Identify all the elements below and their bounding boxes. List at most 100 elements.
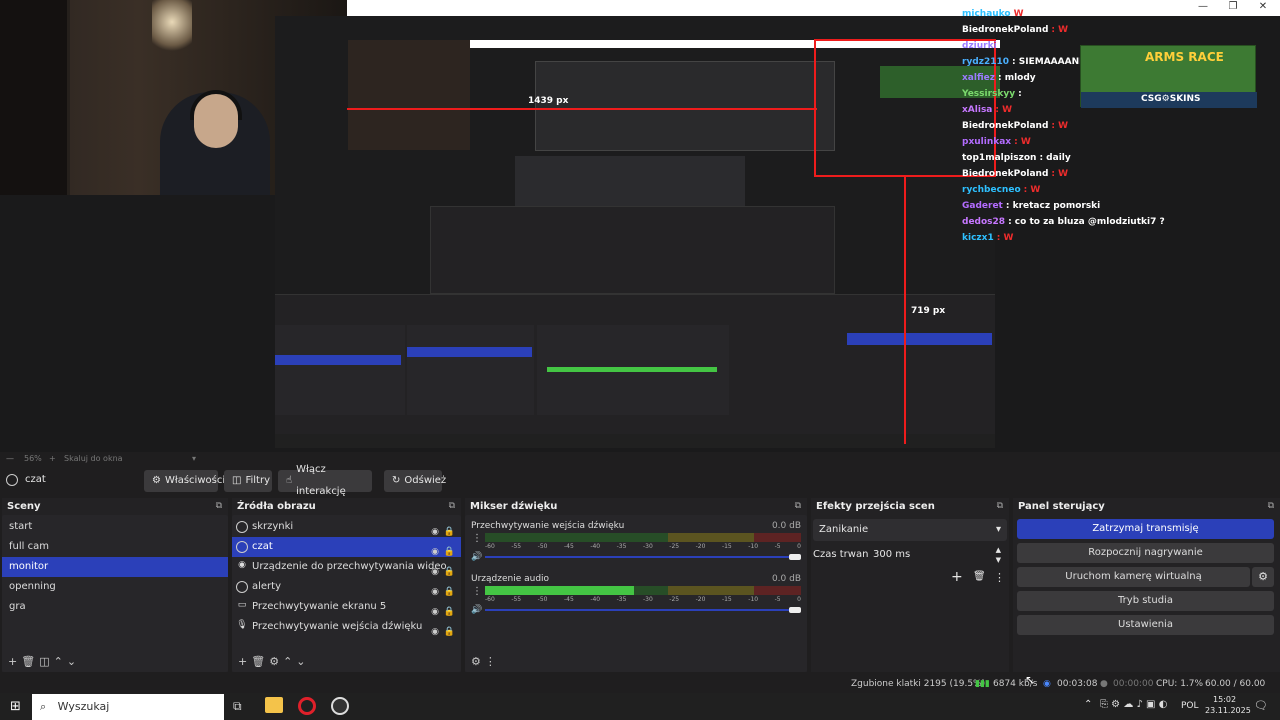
remove-scene-icon[interactable]: 🗑 bbox=[21, 655, 35, 668]
settings-button[interactable]: Ustawienia bbox=[1017, 615, 1274, 635]
channel-menu-icon[interactable]: ⋮ bbox=[472, 533, 482, 544]
move-down-icon[interactable]: ⌄ bbox=[296, 655, 305, 668]
duration-input[interactable]: 300 ms ▲ ▼ bbox=[869, 545, 1005, 565]
sources-footer: + 🗑 ⚙ ⌃ ⌄ bbox=[232, 650, 461, 672]
maximize-icon[interactable]: ❐ bbox=[1218, 0, 1248, 16]
transition-select[interactable]: Zanikanie ▾ bbox=[813, 519, 1007, 541]
nested-obs-ui-2 bbox=[275, 294, 995, 434]
source-item[interactable]: ◉ Urządzenie do przechwytywania wideo ◉ 🔒 bbox=[232, 557, 461, 578]
speaker-icon[interactable]: 🔊 bbox=[471, 552, 482, 562]
zoom-minus[interactable]: — bbox=[6, 452, 14, 465]
zoom-dropdown-icon[interactable]: ▾ bbox=[192, 452, 196, 465]
source-settings-icon[interactable]: ⚙ bbox=[269, 655, 279, 668]
scene-item[interactable]: openning bbox=[2, 577, 228, 597]
stop-stream-button[interactable]: Zatrzymaj transmisję bbox=[1017, 519, 1274, 539]
clock-time[interactable]: 15:02 bbox=[1213, 695, 1236, 704]
signal-icon: ▮▮▮ bbox=[975, 679, 990, 689]
source-item[interactable]: ▭ Przechwytywanie ekranu 5 ◉ 🔒 bbox=[232, 597, 461, 618]
virtual-camera-button[interactable]: Uruchom kamerę wirtualną bbox=[1017, 567, 1250, 587]
remove-source-icon[interactable]: 🗑 bbox=[251, 655, 265, 668]
scene-item[interactable]: start bbox=[2, 517, 228, 537]
scene-item[interactable]: monitor bbox=[2, 557, 228, 577]
measure-label-h: 1439 px bbox=[528, 96, 569, 106]
move-down-icon[interactable]: ⌄ bbox=[67, 655, 76, 668]
scene-item[interactable]: full cam bbox=[2, 537, 228, 557]
studio-mode-button[interactable]: Tryb studia bbox=[1017, 591, 1274, 611]
zoom-mode[interactable]: Skaluj do okna bbox=[64, 452, 123, 465]
mixer-menu-icon[interactable]: ⋮ bbox=[485, 655, 496, 668]
file-explorer-icon[interactable] bbox=[265, 697, 283, 713]
zoom-plus[interactable]: + bbox=[49, 452, 56, 465]
guide-line-h bbox=[347, 108, 817, 110]
controls-title: Panel sterujący ⧉ bbox=[1013, 498, 1280, 515]
interact-button[interactable]: ☝ Włącz interakcję bbox=[278, 464, 372, 497]
lock-icon[interactable]: 🔒 bbox=[444, 622, 455, 642]
add-transition-icon[interactable]: + bbox=[951, 569, 963, 585]
filters-button[interactable]: ◫ Filtry bbox=[224, 470, 272, 492]
nested-cam bbox=[348, 40, 470, 150]
opera-icon[interactable] bbox=[298, 697, 316, 715]
popout-icon[interactable]: ⧉ bbox=[449, 498, 455, 515]
search-icon: ⌕ bbox=[40, 700, 47, 713]
refresh-button[interactable]: ↻ Odśwież bbox=[384, 470, 446, 492]
obs-icon[interactable] bbox=[331, 697, 349, 715]
tick-label: -40 bbox=[590, 596, 601, 603]
record-time: 00:00:00 bbox=[1113, 679, 1154, 689]
scene-filters-icon[interactable]: ◫ bbox=[39, 655, 49, 668]
notification-icon[interactable]: 🗨 bbox=[1254, 699, 1268, 712]
stream-icon: ◉ bbox=[1043, 679, 1051, 689]
popout-icon[interactable]: ⧉ bbox=[795, 498, 801, 515]
scene-item[interactable]: gra bbox=[2, 597, 228, 617]
add-source-icon[interactable]: + bbox=[238, 655, 247, 668]
source-item[interactable]: 🎙 Przechwytywanie wejścia dźwięku ◉ 🔒 bbox=[232, 617, 461, 638]
popout-icon[interactable]: ⧉ bbox=[997, 498, 1003, 515]
tray-chevron-icon[interactable]: ⌃ bbox=[1084, 699, 1092, 710]
window-titlebar-strip bbox=[347, 0, 1280, 16]
volume-slider[interactable] bbox=[485, 609, 801, 611]
start-recording-button[interactable]: Rozpocznij nagrywanie bbox=[1017, 543, 1274, 563]
tick-label: -20 bbox=[695, 543, 706, 550]
chat-username: xalfiez bbox=[962, 73, 995, 83]
source-item[interactable]: skrzynki ◉ 🔒 bbox=[232, 517, 461, 537]
tick-label: -35 bbox=[616, 596, 627, 603]
spin-icon[interactable]: ▲ ▼ bbox=[996, 545, 1001, 565]
windows-taskbar: ⊞ ⌕ Wyszukaj ⧉ ⌃ ⎘ ⚙ ☁ ♪ ▣ ◐ POL 15:02 2… bbox=[0, 693, 1280, 720]
tick-label: -5 bbox=[774, 596, 781, 603]
channel-menu-icon[interactable]: ⋮ bbox=[472, 586, 482, 597]
virtual-camera-settings-icon[interactable]: ⚙ bbox=[1252, 567, 1274, 587]
chat-message: kiczx1: W bbox=[962, 230, 1082, 246]
popout-icon[interactable]: ⧉ bbox=[1268, 498, 1274, 515]
tray-icons[interactable]: ⎘ ⚙ ☁ ♪ ▣ ◐ bbox=[1100, 699, 1167, 710]
remove-transition-icon[interactable]: 🗑 bbox=[973, 571, 986, 582]
stream-preview[interactable]: — ❐ ✕ 1439 px 719 px michauko W BiedronekP… bbox=[0, 0, 1280, 452]
volume-slider-handle[interactable] bbox=[789, 554, 801, 560]
mixer-settings-icon[interactable]: ⚙ bbox=[471, 655, 481, 668]
source-item[interactable]: czat ◉ 🔒 bbox=[232, 537, 461, 557]
source-item[interactable]: alerty ◉ 🔒 bbox=[232, 577, 461, 597]
taskbar-search[interactable]: ⌕ Wyszukaj bbox=[32, 694, 224, 720]
sources-dock: Źródła obrazu ⧉ skrzynki ◉ 🔒 czat ◉ 🔒 ◉ Urządzen… bbox=[232, 498, 461, 672]
language-indicator[interactable]: POL bbox=[1181, 701, 1199, 711]
close-icon[interactable]: ✕ bbox=[1248, 0, 1278, 16]
task-view-icon[interactable]: ⧉ bbox=[233, 699, 242, 714]
chat-username: rydz2110 bbox=[962, 57, 1010, 67]
source-label: skrzynki bbox=[252, 521, 294, 532]
volume-slider[interactable] bbox=[485, 556, 801, 558]
move-up-icon[interactable]: ⌃ bbox=[54, 655, 63, 668]
tick-label: -55 bbox=[511, 596, 522, 603]
minimize-icon[interactable]: — bbox=[1188, 0, 1218, 16]
browser-icon bbox=[236, 541, 248, 553]
chat-overlay: michauko W BiedronekPoland: Wdziurki rydz21… bbox=[962, 6, 1165, 246]
gear-icon: ⚙ bbox=[152, 475, 161, 486]
popout-icon[interactable]: ⧉ bbox=[216, 498, 222, 515]
transition-menu-icon[interactable]: ⋮ bbox=[994, 571, 1005, 584]
volume-slider-handle[interactable] bbox=[789, 607, 801, 613]
add-scene-icon[interactable]: + bbox=[8, 655, 17, 668]
visibility-eye-icon[interactable]: ◉ bbox=[431, 622, 439, 642]
move-up-icon[interactable]: ⌃ bbox=[283, 655, 292, 668]
cpu-usage: CPU: 1.7% bbox=[1156, 679, 1204, 689]
speaker-icon[interactable]: 🔊 bbox=[471, 605, 482, 615]
clock-date[interactable]: 23.11.2025 bbox=[1205, 706, 1251, 715]
properties-button[interactable]: ⚙ Właściwości bbox=[144, 470, 225, 492]
windows-start-icon[interactable]: ⊞ bbox=[10, 699, 21, 714]
